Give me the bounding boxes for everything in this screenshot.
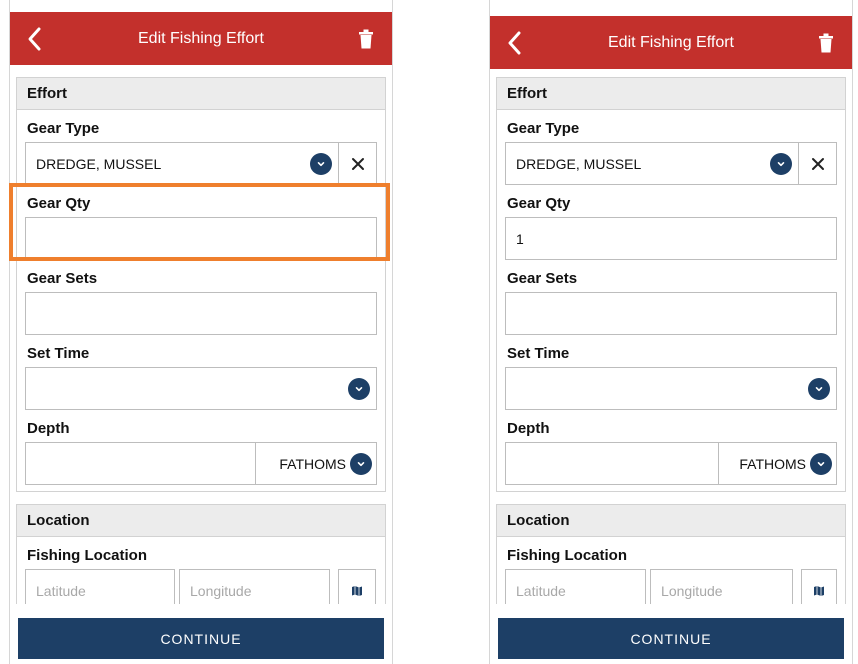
- chevron-down-icon[interactable]: [310, 152, 332, 175]
- gear-type-select[interactable]: DREDGE, MUSSEL: [25, 142, 339, 185]
- page-title: Edit Fishing Effort: [608, 33, 734, 51]
- chevron-down-icon[interactable]: [810, 452, 832, 475]
- chevron-down-icon[interactable]: [350, 452, 372, 475]
- app-header: Edit Fishing Effort: [490, 16, 852, 69]
- depth-input[interactable]: [25, 442, 256, 485]
- chevron-down-icon[interactable]: [770, 152, 792, 175]
- set-time-select[interactable]: [505, 367, 837, 410]
- gear-qty-input[interactable]: 1: [505, 217, 837, 260]
- gear-type-label: Gear Type: [27, 120, 100, 137]
- set-time-label: Set Time: [507, 345, 570, 362]
- depth-label: Depth: [27, 420, 70, 437]
- screen-before: Edit Fishing Effort Effort Gear Type DRE…: [9, 0, 393, 664]
- effort-section: Gear Type DREDGE, MUSSEL Gear Qty 1 Gear…: [496, 110, 846, 492]
- longitude-placeholder: Longitude: [190, 582, 252, 599]
- gear-qty-label: Gear Qty: [507, 195, 571, 212]
- map-icon: [352, 585, 362, 596]
- gear-sets-input[interactable]: [505, 292, 837, 335]
- close-icon: [811, 157, 824, 170]
- set-time-select[interactable]: [25, 367, 377, 410]
- gear-type-label: Gear Type: [507, 120, 580, 137]
- app-header: Edit Fishing Effort: [10, 12, 392, 65]
- form-content: Effort Gear Type DREDGE, MUSSEL Gear Qty…: [490, 69, 852, 618]
- gear-sets-label: Gear Sets: [507, 270, 578, 287]
- close-icon: [351, 157, 364, 170]
- trash-icon[interactable]: [818, 33, 834, 53]
- gear-qty-value: 1: [516, 230, 524, 247]
- gear-qty-label: Gear Qty: [27, 195, 91, 212]
- depth-unit-select[interactable]: FATHOMS: [256, 442, 377, 485]
- depth-unit-value: FATHOMS: [739, 455, 806, 472]
- gear-type-select[interactable]: DREDGE, MUSSEL: [505, 142, 799, 185]
- continue-button[interactable]: CONTINUE: [18, 618, 384, 659]
- gear-qty-input[interactable]: [25, 217, 377, 260]
- location-section-header: Location: [16, 504, 386, 537]
- depth-label: Depth: [507, 420, 550, 437]
- form-content: Effort Gear Type DREDGE, MUSSEL Gear Qty…: [10, 65, 392, 618]
- fishing-location-label: Fishing Location: [27, 547, 147, 564]
- screen-after: Edit Fishing Effort Effort Gear Type DRE…: [489, 0, 853, 664]
- chevron-down-icon[interactable]: [348, 377, 370, 400]
- map-icon: [813, 585, 824, 596]
- continue-button[interactable]: CONTINUE: [498, 618, 844, 659]
- gear-type-value: DREDGE, MUSSEL: [516, 155, 642, 172]
- clear-gear-type-button[interactable]: [799, 142, 837, 185]
- effort-section-header: Effort: [496, 77, 846, 110]
- effort-section-header: Effort: [16, 77, 386, 110]
- depth-unit-select[interactable]: FATHOMS: [719, 442, 837, 485]
- fishing-location-label: Fishing Location: [507, 547, 627, 564]
- location-section-header: Location: [496, 504, 846, 537]
- latitude-placeholder: Latitude: [516, 582, 566, 599]
- depth-unit-value: FATHOMS: [279, 455, 346, 472]
- trash-icon[interactable]: [358, 29, 374, 49]
- effort-section: Gear Type DREDGE, MUSSEL Gear Qty Gear S…: [16, 110, 386, 492]
- latitude-placeholder: Latitude: [36, 582, 86, 599]
- clear-gear-type-button[interactable]: [339, 142, 377, 185]
- page-title: Edit Fishing Effort: [138, 29, 264, 47]
- depth-input[interactable]: [505, 442, 719, 485]
- set-time-label: Set Time: [27, 345, 90, 362]
- gear-sets-input[interactable]: [25, 292, 377, 335]
- gear-sets-label: Gear Sets: [27, 270, 98, 287]
- chevron-down-icon[interactable]: [808, 377, 830, 400]
- longitude-placeholder: Longitude: [661, 582, 723, 599]
- gear-type-value: DREDGE, MUSSEL: [36, 155, 162, 172]
